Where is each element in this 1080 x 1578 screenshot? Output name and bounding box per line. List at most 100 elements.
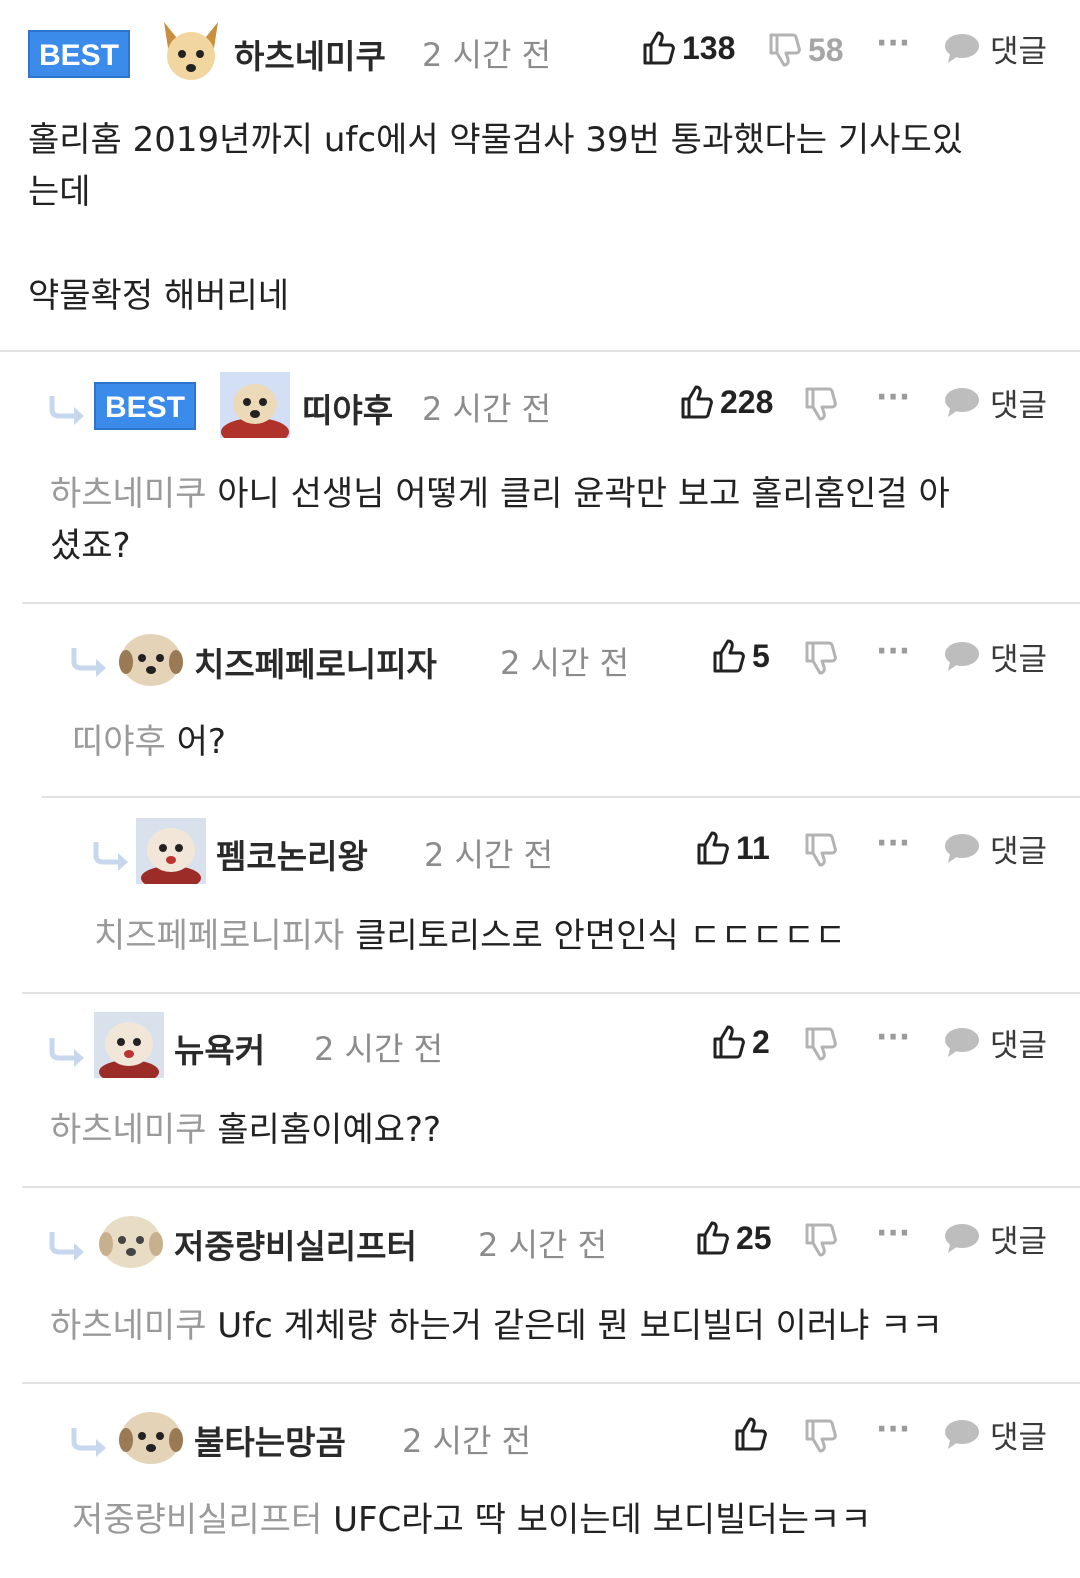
reply-arrow-icon	[71, 1428, 106, 1457]
like-button[interactable]: 5	[712, 636, 770, 676]
author-name[interactable]: 띠야후	[302, 384, 393, 432]
comment: 뉴욕커 2 시간 전 2 ··· 댓글 하츠네미쿠 홀리홈이예요??	[0, 994, 1080, 1188]
like-count: 5	[752, 637, 770, 674]
reply-arrow-icon	[71, 648, 106, 677]
dislike-button[interactable]	[804, 638, 844, 678]
comment: BEST 하츠네미쿠 2 시간 전 138 58 ··· 댓글 홀리홈 2019…	[0, 0, 1080, 352]
more-icon[interactable]: ···	[876, 826, 910, 861]
comment-body: 홀리홈이예요??	[217, 1110, 441, 1150]
comment: 펨코논리왕 2 시간 전 11 ··· 댓글 치즈페페로니피자 클리토리스로 안…	[0, 798, 1080, 994]
comment-body: 어?	[176, 722, 226, 762]
more-icon[interactable]: ···	[876, 26, 910, 61]
timestamp: 2 시간 전	[424, 836, 554, 874]
more-icon[interactable]: ···	[876, 1020, 910, 1055]
mention[interactable]: 하츠네미쿠	[50, 474, 206, 514]
dislike-button[interactable]	[804, 1220, 844, 1260]
reply-button[interactable]: 댓글	[944, 1218, 1048, 1260]
comment-body: Ufc 계체량 하는거 같은데 뭔 보디빌더 이러냐 ㅋㅋ	[217, 1306, 943, 1346]
thumbs-down-icon	[805, 1419, 837, 1453]
reply-button[interactable]: 댓글	[944, 636, 1048, 678]
avatar[interactable]	[96, 1208, 166, 1274]
reply-label: 댓글	[990, 641, 1048, 678]
speech-bubble-icon	[945, 388, 979, 417]
dislike-count: 58	[808, 31, 844, 68]
speech-bubble-icon	[945, 34, 979, 63]
more-icon[interactable]: ···	[876, 634, 910, 669]
best-badge: BEST	[94, 382, 196, 430]
author-name[interactable]: 치즈페페로니피자	[194, 638, 437, 686]
comment: 치즈페페로니피자 2 시간 전 5 ··· 댓글 띠야후 어?	[0, 604, 1080, 798]
like-count: 228	[720, 383, 774, 420]
mention[interactable]: 치즈페페로니피자	[94, 916, 344, 956]
mention[interactable]: 띠야후	[72, 722, 166, 762]
author-name[interactable]: 불타는망곰	[194, 1416, 346, 1464]
thumbs-up-icon	[735, 1417, 767, 1451]
speech-bubble-icon	[945, 834, 979, 863]
like-count: 138	[682, 29, 736, 66]
reply-label: 댓글	[990, 1223, 1048, 1260]
dislike-button[interactable]: 58	[768, 30, 844, 70]
speech-bubble-icon	[945, 1028, 979, 1057]
thumbs-up-icon	[681, 385, 713, 419]
reply-label: 댓글	[990, 833, 1048, 870]
comment-body: 홀리홈 2019년까지 ufc에서 약물검사 39번 통과했다는 기사도있 는데…	[28, 120, 964, 316]
author-name[interactable]: 저중량비실리프터	[174, 1220, 417, 1268]
reply-button[interactable]: 댓글	[944, 1022, 1048, 1064]
comment: BEST 띠야후 2 시간 전 228 ··· 댓글 하츠네미쿠 아니 선생님 …	[0, 352, 1080, 604]
mention[interactable]: 저중량비실리프터	[72, 1500, 322, 1540]
like-button[interactable]: 25	[696, 1218, 772, 1258]
dislike-button[interactable]	[804, 830, 844, 870]
avatar[interactable]	[116, 1404, 186, 1470]
comment-text: 치즈페페로니피자 클리토리스로 안면인식 ㄷㄷㄷㄷㄷ	[94, 910, 1054, 962]
reply-label: 댓글	[990, 1027, 1048, 1064]
reply-button[interactable]: 댓글	[944, 1414, 1048, 1456]
more-icon[interactable]: ···	[876, 1216, 910, 1251]
mention[interactable]: 하츠네미쿠	[50, 1110, 206, 1150]
more-icon[interactable]: ···	[876, 380, 910, 415]
thumbs-up-icon	[697, 1221, 729, 1255]
timestamp: 2 시간 전	[478, 1226, 608, 1264]
reply-button[interactable]: 댓글	[944, 828, 1048, 870]
comment-text: 띠야후 어?	[72, 716, 1032, 768]
like-button[interactable]: 2	[712, 1022, 770, 1062]
thumbs-down-icon	[805, 641, 837, 675]
author-name[interactable]: 펨코논리왕	[216, 830, 368, 878]
comment-text: 하츠네미쿠 Ufc 계체량 하는거 같은데 뭔 보디빌더 이러냐 ㅋㅋ	[50, 1300, 1050, 1352]
comment: 불타는망곰 2 시간 전 ··· 댓글 저중량비실리프터 UFC라고 딱 보이는…	[0, 1384, 1080, 1578]
dislike-button[interactable]	[804, 1024, 844, 1064]
like-button[interactable]	[734, 1414, 774, 1454]
dislike-button[interactable]	[804, 384, 844, 424]
reply-button[interactable]: 댓글	[944, 382, 1048, 424]
reply-arrow-icon	[49, 396, 84, 425]
avatar[interactable]	[94, 1012, 164, 1084]
thumbs-up-icon	[713, 1025, 745, 1059]
like-button[interactable]: 228	[680, 382, 773, 422]
comment-body: 클리토리스로 안면인식 ㄷㄷㄷㄷㄷ	[355, 916, 846, 956]
avatar[interactable]	[156, 18, 226, 84]
author-name[interactable]: 하츠네미쿠	[234, 30, 386, 78]
like-button[interactable]: 138	[642, 28, 735, 68]
mention[interactable]: 하츠네미쿠	[50, 1306, 206, 1346]
avatar[interactable]	[116, 626, 186, 692]
thumbs-down-icon	[805, 833, 837, 867]
comment: 저중량비실리프터 2 시간 전 25 ··· 댓글 하츠네미쿠 Ufc 계체량 …	[0, 1188, 1080, 1384]
avatar[interactable]	[136, 818, 206, 890]
avatar[interactable]	[220, 372, 290, 446]
speech-bubble-icon	[945, 1420, 979, 1449]
author-name[interactable]: 뉴욕커	[174, 1024, 265, 1072]
thumbs-down-icon	[805, 1027, 837, 1061]
comment-text: 홀리홈 2019년까지 ufc에서 약물검사 39번 통과했다는 기사도있 는데…	[28, 114, 1058, 322]
speech-bubble-icon	[945, 1224, 979, 1253]
dislike-button[interactable]	[804, 1416, 844, 1456]
like-button[interactable]: 11	[696, 828, 770, 868]
reply-label: 댓글	[990, 1419, 1048, 1456]
timestamp: 2 시간 전	[422, 36, 552, 74]
timestamp: 2 시간 전	[500, 644, 630, 682]
speech-bubble-icon	[945, 642, 979, 671]
reply-label: 댓글	[990, 387, 1048, 424]
more-icon[interactable]: ···	[876, 1412, 910, 1447]
reply-button[interactable]: 댓글	[944, 28, 1047, 70]
comment-text: 저중량비실리프터 UFC라고 딱 보이는데 보디빌더는ㅋㅋ	[72, 1494, 1052, 1546]
thumbs-up-icon	[697, 831, 729, 865]
comment-body: UFC라고 딱 보이는데 보디빌더는ㅋㅋ	[333, 1500, 872, 1540]
